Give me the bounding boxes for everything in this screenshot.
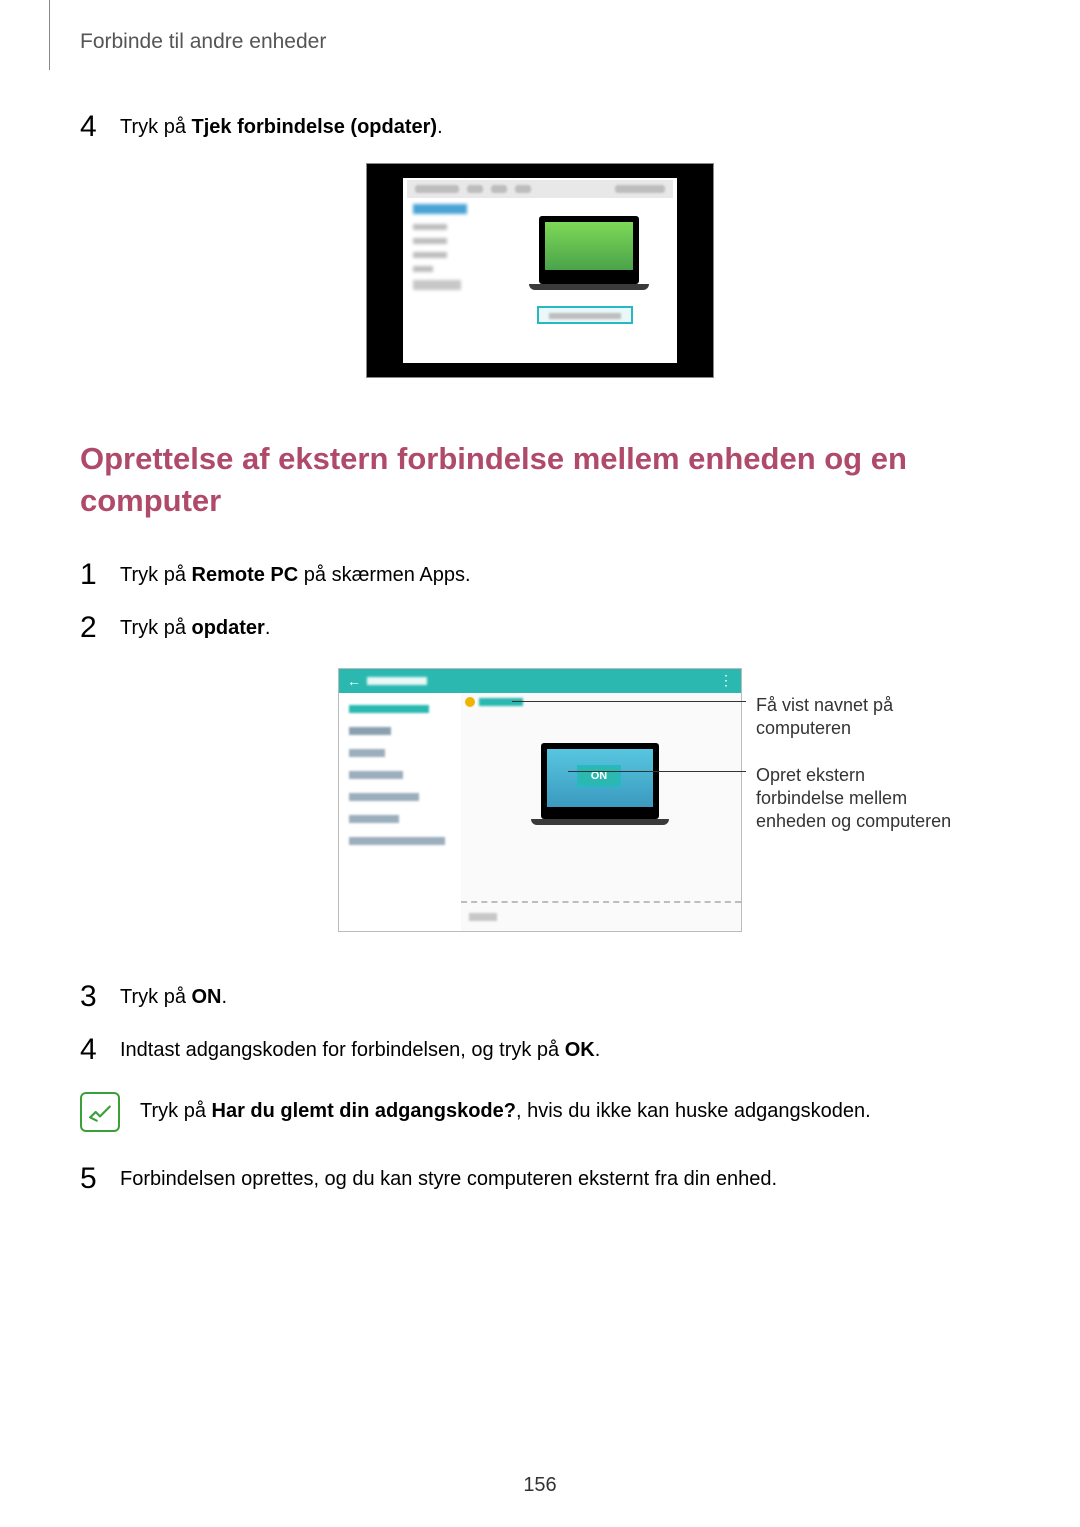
step-text-suffix: på skærmen Apps. <box>298 564 470 586</box>
step-text: Tryk på opdater. <box>120 617 1000 640</box>
step-text-suffix: . <box>265 617 271 639</box>
running-header: Forbinde til andre enheder <box>80 30 1000 54</box>
step-text-prefix: Tryk på <box>120 116 192 138</box>
pre-step-4: 4 Tryk på Tjek forbindelse (opdater). <box>80 110 1000 143</box>
step-text-suffix: . <box>222 986 228 1008</box>
step-number: 4 <box>80 1033 120 1066</box>
note-icon <box>80 1092 120 1132</box>
step-text-bold: Remote PC <box>192 564 299 586</box>
callout-leader <box>568 771 746 772</box>
step-text: Tryk på ON. <box>120 986 1000 1009</box>
check-connection-button-highlight <box>537 306 633 324</box>
step-text-prefix: Indtast adgangskoden for forbindelsen, o… <box>120 1039 565 1061</box>
screenshot-check-connection <box>366 163 714 378</box>
pc-name-row <box>465 697 523 707</box>
laptop-icon <box>539 216 639 284</box>
page-number: 156 <box>0 1474 1080 1497</box>
step-text-bold: OK <box>565 1039 595 1061</box>
step-text-prefix: Tryk på <box>120 564 192 586</box>
note-text-suffix: , hvis du ikke kan huske adgangskoden. <box>516 1100 871 1122</box>
step-number: 2 <box>80 611 120 644</box>
step-3: 3 Tryk på ON. <box>80 980 1000 1013</box>
note-forgot-password: Tryk på Har du glemt din adgangskode?, h… <box>80 1092 1000 1132</box>
step-text-bold: opdater <box>192 617 265 639</box>
note-text: Tryk på Har du glemt din adgangskode?, h… <box>140 1100 871 1123</box>
step-text-bold: ON <box>192 986 222 1008</box>
step-number: 3 <box>80 980 120 1013</box>
callout-pc-name: Få vist navnet på computeren <box>756 694 952 741</box>
on-toggle-highlight: ON <box>577 765 621 787</box>
step-text-bold: Tjek forbindelse (opdater) <box>192 116 438 138</box>
step-1: 1 Tryk på Remote PC på skærmen Apps. <box>80 558 1000 591</box>
step-5: 5 Forbindelsen oprettes, og du kan styre… <box>80 1162 1000 1195</box>
step-text-prefix: Forbindelsen oprettes, og du kan styre c… <box>120 1168 777 1190</box>
step-text: Tryk på Tjek forbindelse (opdater). <box>120 116 1000 139</box>
callout-on-toggle: Opret ekstern forbindelse mellem enheden… <box>756 764 952 834</box>
step-2: 2 Tryk på opdater. <box>80 611 1000 644</box>
app-title-blur <box>367 677 427 685</box>
step-text-prefix: Tryk på <box>120 986 192 1008</box>
header-rule <box>49 0 50 70</box>
section-heading: Oprettelse af ekstern forbindelse mellem… <box>80 438 1000 522</box>
remote-pc-sidebar <box>339 693 461 931</box>
menu-icon: ⋮ <box>719 672 733 689</box>
status-dot-icon <box>465 697 475 707</box>
step-text: Forbindelsen oprettes, og du kan styre c… <box>120 1168 1000 1191</box>
back-icon: ← <box>347 673 361 689</box>
step-text-suffix: . <box>437 116 443 138</box>
note-text-bold: Har du glemt din adgangskode? <box>212 1100 516 1122</box>
step-4: 4 Indtast adgangskoden for forbindelsen,… <box>80 1033 1000 1066</box>
step-number: 1 <box>80 558 120 591</box>
step-text: Indtast adgangskoden for forbindelsen, o… <box>120 1039 1000 1062</box>
step-number: 5 <box>80 1162 120 1195</box>
step-text-prefix: Tryk på <box>120 617 192 639</box>
step-number: 4 <box>80 110 120 143</box>
step-text: Tryk på Remote PC på skærmen Apps. <box>120 564 1000 587</box>
callout-leader <box>512 701 746 702</box>
note-text-prefix: Tryk på <box>140 1100 212 1122</box>
screenshot-remote-pc-app: ← ⋮ ON <box>338 668 742 932</box>
step-text-suffix: . <box>595 1039 601 1061</box>
